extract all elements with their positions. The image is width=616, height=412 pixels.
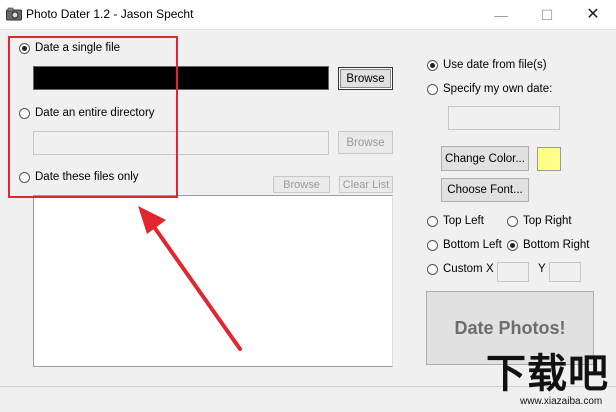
choose-font-button[interactable]: Choose Font... [441,178,529,202]
bottom-left-label: Bottom Left [443,239,502,251]
x-label: X [486,263,494,275]
bottom-right-label: Bottom Right [523,239,590,251]
browse-files-button[interactable]: Browse [273,176,330,193]
camera-icon [6,7,22,21]
top-right-radio[interactable] [507,216,518,227]
minimize-button[interactable]: — [478,0,524,30]
own-date-label: Specify my own date: [443,83,553,95]
use-file-date-label: Use date from file(s) [443,59,547,71]
site-watermark: 下载吧 www.xiazaiba.com [486,352,616,412]
maximize-button[interactable]: ☐ [524,0,570,30]
custom-label: Custom [443,263,483,275]
change-color-button[interactable]: Change Color... [441,146,529,171]
top-right-label: Top Right [523,215,572,227]
watermark-url: www.xiazaiba.com [520,396,603,407]
watermark-logo-text: 下载吧 [486,352,609,396]
own-date-field[interactable] [448,106,560,130]
highlight-box [8,36,178,198]
own-date-radio[interactable] [427,84,438,95]
y-label: Y [538,263,546,275]
title-bar: Photo Dater 1.2 - Jason Specht — ☐ ✕ [0,0,616,30]
top-left-label: Top Left [443,215,484,227]
use-file-date-radio[interactable] [427,60,438,71]
custom-y-field[interactable] [549,262,581,282]
color-swatch [537,147,561,171]
custom-radio[interactable] [427,264,438,275]
clear-list-button[interactable]: Clear List [339,176,393,193]
browse-file-button[interactable]: Browse [338,67,393,90]
top-left-radio[interactable] [427,216,438,227]
custom-x-field[interactable] [497,262,529,282]
file-list[interactable] [33,195,393,367]
close-button[interactable]: ✕ [570,0,616,30]
bottom-left-radio[interactable] [427,240,438,251]
window-title: Photo Dater 1.2 - Jason Specht [26,7,194,21]
browse-directory-button[interactable]: Browse [338,131,393,154]
bottom-right-radio[interactable] [507,240,518,251]
